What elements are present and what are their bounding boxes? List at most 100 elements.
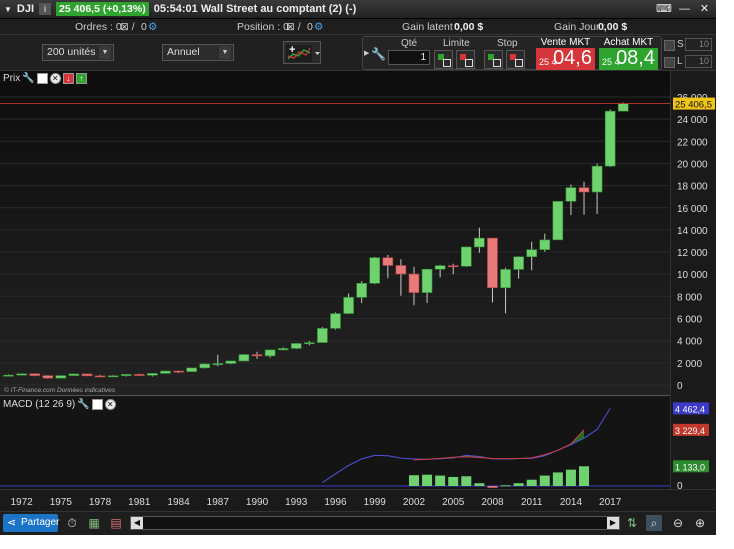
- candle-body: [591, 165, 603, 193]
- buy-mkt-button[interactable]: 25 4 08,4: [599, 47, 658, 70]
- price-tick-label: 2 000: [677, 359, 702, 370]
- signal-value-tag-label: 3 229,4: [675, 426, 705, 436]
- units-select[interactable]: 200 unités ▼: [42, 44, 114, 61]
- time-axis[interactable]: 1972 1975 1978 1981 1984 1987 1990 1993 1996 1999…: [0, 489, 716, 511]
- close-circle-icon[interactable]: ✕: [49, 73, 61, 84]
- price-tick-label: 18 000: [677, 182, 708, 193]
- limit-buy-button[interactable]: [434, 50, 453, 69]
- candle-body: [68, 373, 80, 376]
- candle-body: [290, 343, 302, 349]
- candle-body: [238, 354, 250, 362]
- buy-price-main: 08,4: [616, 47, 655, 69]
- stop-sell-button[interactable]: [506, 50, 525, 69]
- candle-body: [382, 257, 394, 266]
- chart-type-icon[interactable]: ⇅: [624, 515, 640, 531]
- macd-axis[interactable]: 4 462,4 3 229,4 1 133,0 0: [670, 397, 716, 492]
- candle-body: [42, 375, 54, 379]
- sell-mkt-button[interactable]: 25 4 04,6: [536, 47, 595, 70]
- window-title: 05:54:01 Wall Street au comptant (2) (-): [153, 3, 357, 15]
- period-select-value: Annuel: [167, 46, 200, 58]
- candle-body: [474, 237, 485, 248]
- dropdown-arrow-icon[interactable]: ▼: [4, 5, 12, 14]
- l-input[interactable]: 10: [685, 55, 712, 68]
- symbol-label[interactable]: DJI: [17, 3, 34, 15]
- price-chart-svg: [0, 96, 670, 386]
- wrench-icon[interactable]: 🔧: [371, 47, 386, 61]
- add-indicator-button[interactable]: +: [283, 41, 321, 64]
- candle-body: [3, 374, 14, 377]
- scroll-right-icon[interactable]: ▶: [607, 517, 619, 529]
- candle-body: [447, 265, 459, 268]
- position-label[interactable]: Position : 0: [237, 21, 289, 33]
- qty-input[interactable]: 1: [388, 50, 430, 65]
- window-icon[interactable]: [36, 73, 48, 84]
- price-tick-label: 16 000: [677, 204, 708, 215]
- gain-latent-value: 0,00 $: [454, 21, 484, 33]
- candle-body: [330, 313, 341, 329]
- candle-body: [160, 370, 171, 374]
- price-tick-label: 24 000: [677, 115, 708, 126]
- macd-histogram-bar: [565, 469, 576, 486]
- position-expand-icon[interactable]: ⊠ /: [286, 21, 301, 33]
- limite-label: Limite: [443, 38, 470, 49]
- wrench-icon[interactable]: 🔧: [77, 399, 89, 410]
- sell-price-main: 04,6: [553, 47, 592, 69]
- histogram-value-tag-label: 1 133,0: [675, 462, 705, 472]
- period-select[interactable]: Annuel ▼: [162, 44, 234, 61]
- s-label: S: [677, 39, 684, 50]
- price-tick-label: 10 000: [677, 270, 708, 281]
- orders-expand-icon[interactable]: ⊠ /: [120, 21, 135, 33]
- zoom-fit-icon[interactable]: ⌕: [646, 515, 662, 531]
- zoom-out-icon[interactable]: ⊖: [670, 515, 686, 531]
- candle-body: [29, 373, 40, 376]
- share-button[interactable]: ⋖ Partager: [3, 514, 60, 532]
- price-tick-label: 14 000: [677, 226, 708, 237]
- chart-scrollbar[interactable]: ◀ ▶: [130, 516, 620, 530]
- candle-body: [81, 373, 93, 377]
- close-circle-icon[interactable]: ✕: [104, 399, 116, 410]
- expand-arrow-icon[interactable]: ▶: [364, 49, 369, 57]
- candle-body: [565, 187, 577, 202]
- sell-order-icon[interactable]: ↓: [62, 73, 74, 84]
- keyboard-icon[interactable]: ⌨: [656, 2, 672, 16]
- wrench-icon[interactable]: 🔧: [22, 73, 34, 84]
- buy-order-icon[interactable]: ↑: [75, 73, 87, 84]
- order-panel: ▶ 🔧 Qté 1 Limite Stop Vente MKT 25 4 04,…: [362, 36, 662, 70]
- candle-body: [55, 375, 67, 379]
- macd-pane[interactable]: MACD (12 26 9) 🔧 ✕: [0, 397, 670, 489]
- order-list-icon[interactable]: ▤: [108, 515, 124, 531]
- position-count: 0: [307, 21, 313, 33]
- year-tick-label: 1999: [364, 497, 387, 508]
- macd-histogram-bar: [539, 475, 550, 486]
- s-input[interactable]: 10: [685, 38, 712, 51]
- window-icon[interactable]: [91, 399, 103, 410]
- candle-body: [434, 265, 446, 270]
- zoom-in-icon[interactable]: ⊕: [692, 515, 708, 531]
- close-icon[interactable]: ✕: [697, 2, 712, 16]
- price-tick-label: 20 000: [677, 159, 708, 170]
- limit-sell-button[interactable]: [456, 50, 475, 69]
- share-label: Partager: [21, 517, 60, 528]
- candle-body: [264, 349, 276, 357]
- price-axis[interactable]: 26 00024 00022 00020 00018 00016 00014 0…: [670, 71, 716, 396]
- price-chart-pane[interactable]: Prix 🔧 ✕ ↓ ↑: [0, 71, 670, 396]
- year-tick-label: 1981: [128, 497, 151, 508]
- svg-text:+: +: [289, 44, 295, 56]
- minimize-icon[interactable]: —: [677, 2, 692, 16]
- calculator-icon[interactable]: ▦: [86, 515, 102, 531]
- macd-pane-header: MACD (12 26 9) 🔧 ✕: [3, 399, 116, 410]
- macd-signal-line: [413, 429, 585, 461]
- stop-buy-button[interactable]: [484, 50, 503, 69]
- info-icon[interactable]: i: [39, 3, 52, 15]
- s-checkbox[interactable]: [664, 40, 675, 51]
- candle-body: [212, 363, 224, 366]
- orders-label[interactable]: Ordres : 0: [75, 21, 122, 33]
- time-axis-svg: 1972 1975 1978 1981 1984 1987 1990 1993 1996 1999…: [10, 497, 621, 508]
- orders-settings-icon[interactable]: ⚙: [148, 21, 157, 33]
- position-settings-icon[interactable]: ⚙: [314, 21, 323, 33]
- timer-icon[interactable]: ⏱: [64, 515, 80, 531]
- l-checkbox[interactable]: [664, 57, 675, 68]
- macd-pane-label: MACD (12 26 9): [3, 399, 76, 410]
- scroll-left-icon[interactable]: ◀: [131, 517, 143, 529]
- macd-histogram-bar: [422, 474, 433, 486]
